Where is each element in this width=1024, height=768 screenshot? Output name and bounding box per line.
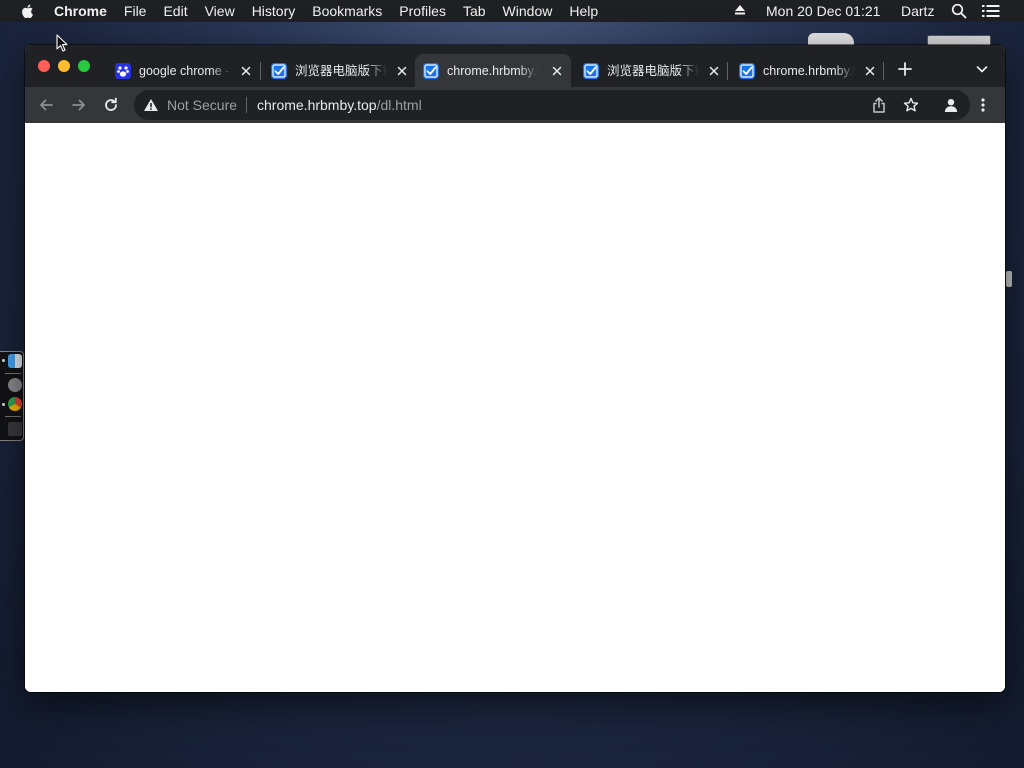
bookmark-star-icon[interactable] [903,97,919,113]
dock-running-indicator [2,403,5,406]
tab-2[interactable]: 浏览器电脑版下载 [263,54,409,87]
browser-toolbar: Not Secure chrome.hrbmby.top/dl.html [25,87,1005,123]
reload-icon[interactable] [103,97,119,113]
checkbox-favicon-icon [271,63,287,79]
menu-view[interactable]: View [205,3,235,19]
more-vertical-icon[interactable] [975,97,991,113]
url-text[interactable]: chrome.hrbmby.top/dl.html [257,97,422,113]
window-close-button[interactable] [38,60,50,72]
eject-icon[interactable] [734,4,746,16]
window-zoom-button[interactable] [78,60,90,72]
tab-strip: google chrome - 百度搜索 浏览器电脑版下载 [25,45,1005,87]
tab-title: 浏览器电脑版下载 [295,64,387,78]
dock-separator [5,416,21,417]
menu-user-name[interactable]: Dartz [901,3,934,19]
desktop-file-icon[interactable] [808,33,854,45]
share-icon[interactable] [872,97,886,113]
screen-edge-handle [1006,271,1012,287]
trash-icon[interactable] [8,422,22,436]
tab-title: google chrome - 百度搜索 [139,64,231,78]
mouse-cursor-icon [56,34,68,52]
menu-bookmarks[interactable]: Bookmarks [312,3,382,19]
macos-menu-bar: Chrome File Edit View History Bookmarks … [0,0,1024,22]
forward-arrow-icon[interactable] [71,97,87,113]
menu-history[interactable]: History [252,3,296,19]
dock [0,351,24,441]
menu-file[interactable]: File [124,3,147,19]
system-preferences-icon[interactable] [8,378,22,392]
tab-title: chrome.hrbmby.top [763,64,855,78]
notification-center-icon[interactable] [982,3,1000,19]
tab-close-icon[interactable] [395,64,409,78]
address-bar[interactable]: Not Secure chrome.hrbmby.top/dl.html [134,90,970,120]
menu-clock[interactable]: Mon 20 Dec 01:21 [766,3,880,19]
menu-edit[interactable]: Edit [163,3,187,19]
menu-help[interactable]: Help [569,3,598,19]
tab-separator [883,62,884,80]
back-arrow-icon[interactable] [38,97,54,113]
tab-separator [260,62,261,80]
checkbox-favicon-icon [423,63,439,79]
tab-title: 浏览器电脑版下载 [607,64,699,78]
tab-3-active[interactable]: chrome.hrbmby.top [415,54,571,87]
dock-running-indicator [2,359,5,362]
apple-menu-icon[interactable] [19,3,37,19]
tab-close-icon[interactable] [707,64,721,78]
omnibox-divider [246,97,247,113]
tab-search-chevron-down-icon[interactable] [975,62,989,76]
chrome-dock-icon[interactable] [8,397,22,411]
menu-profiles[interactable]: Profiles [399,3,446,19]
menu-app-name[interactable]: Chrome [54,3,107,19]
tab-5[interactable]: chrome.hrbmby.top [731,54,877,87]
tab-close-icon[interactable] [239,64,253,78]
tab-1[interactable]: google chrome - 百度搜索 [107,54,253,87]
finder-icon[interactable] [8,354,22,368]
window-minimize-button[interactable] [58,60,70,72]
not-secure-label[interactable]: Not Secure [167,97,237,113]
tab-title: chrome.hrbmby.top [447,64,539,78]
menu-tab[interactable]: Tab [463,3,486,19]
tab-4[interactable]: 浏览器电脑版下载 [575,54,721,87]
url-host: chrome.hrbmby.top [257,97,377,113]
menu-bar-items: Chrome File Edit View History Bookmarks … [54,0,615,22]
url-path: /dl.html [376,97,422,113]
tab-close-icon[interactable] [550,64,564,78]
menu-window[interactable]: Window [503,3,553,19]
tab-close-icon[interactable] [863,64,877,78]
baidu-paw-icon [115,63,131,79]
dock-separator [5,373,21,374]
chrome-window: google chrome - 百度搜索 浏览器电脑版下载 [25,45,1005,692]
profile-avatar-icon[interactable] [943,97,959,113]
checkbox-favicon-icon [739,63,755,79]
spotlight-search-icon[interactable] [951,3,967,19]
checkbox-favicon-icon [583,63,599,79]
tab-separator [727,62,728,80]
page-content-area[interactable] [25,123,1005,692]
warning-triangle-icon[interactable] [143,98,159,112]
new-tab-plus-icon[interactable] [897,61,913,77]
